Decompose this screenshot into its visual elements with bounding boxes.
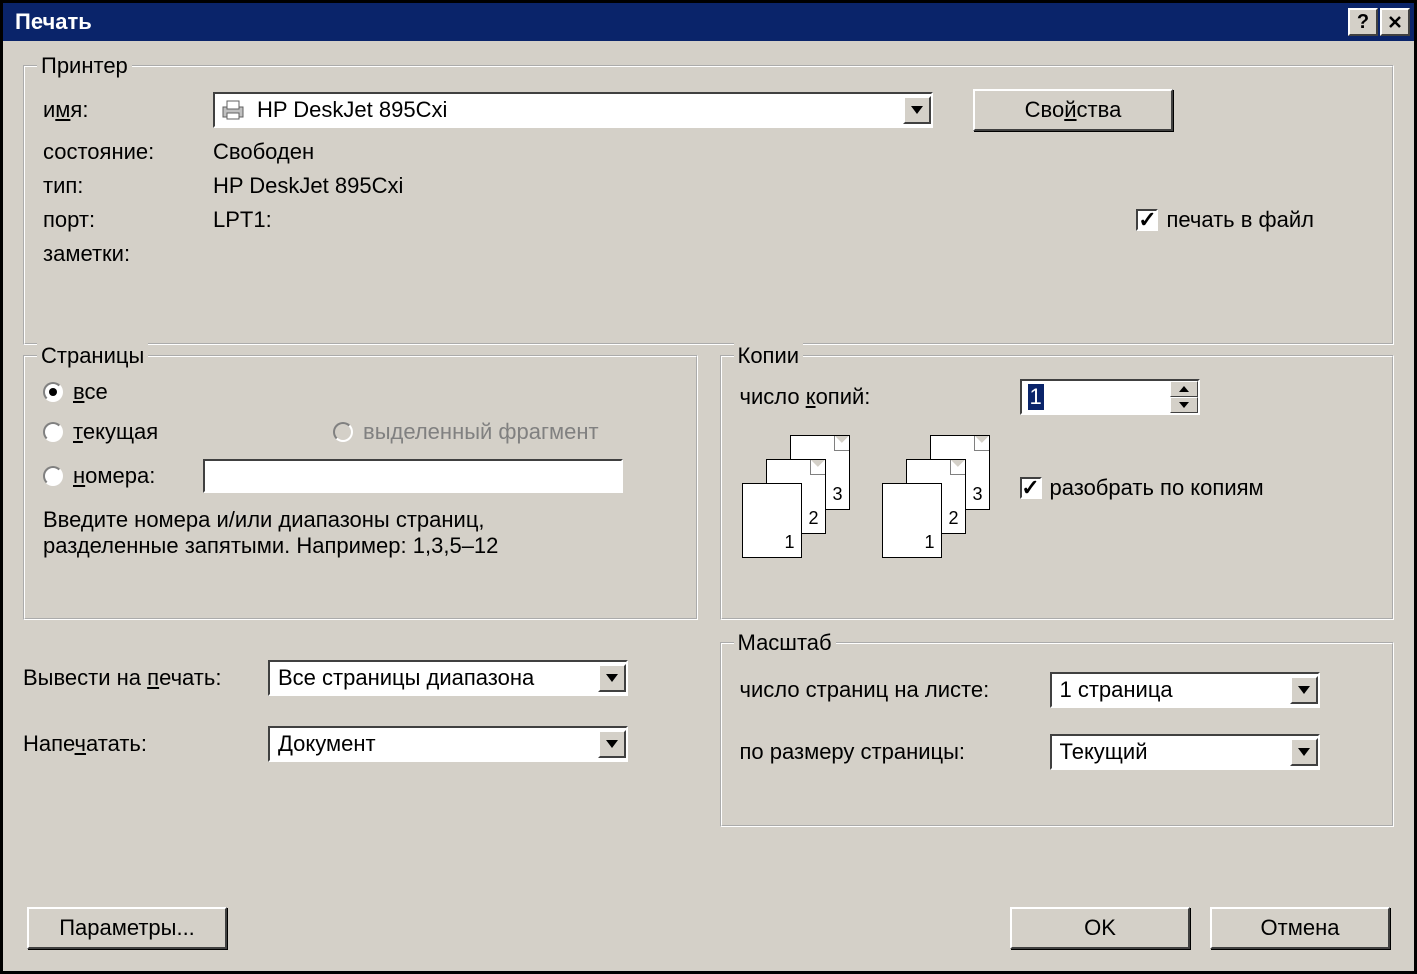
printer-legend: Принтер [37,53,132,79]
pages-group: Страницы все текущая [23,355,698,620]
type-value: HP DeskJet 895Cxi [213,173,403,199]
printer-name-dropdown[interactable]: HP DeskJet 895Cxi [213,92,933,128]
cancel-button[interactable]: Отмена [1210,907,1390,949]
chevron-down-icon[interactable] [1290,676,1318,704]
fit-to-dropdown[interactable]: Текущий [1050,734,1320,770]
help-button[interactable]: ? [1348,8,1378,36]
port-value: LPT1: [213,207,272,233]
collate-preview-2: 3 2 1 [880,435,1000,555]
status-label: состояние: [43,139,213,165]
print-to-file-checkbox[interactable]: ✓ печать в файл [1136,207,1314,233]
pages-selection-label: выделенный фрагмент [363,419,599,445]
chevron-down-icon[interactable] [903,96,931,124]
chevron-down-icon[interactable] [1290,738,1318,766]
printer-icon [219,99,247,121]
collate-preview-1: 3 2 1 [740,435,860,555]
spinner-up[interactable] [1170,381,1198,397]
scale-group: Масштаб число страниц на листе: 1 страни… [720,642,1395,827]
dialog-title: Печать [15,9,1346,35]
titlebar: Печать ? [3,3,1414,41]
pages-per-sheet-label: число страниц на листе: [740,677,1050,703]
chevron-down-icon[interactable] [598,664,626,692]
notes-label: заметки: [43,241,213,267]
pages-legend: Страницы [37,343,148,369]
pages-all-radio[interactable]: все [43,379,108,405]
pages-hint-2: разделенные запятыми. Например: 1,3,5–12 [43,533,678,559]
pages-selection-radio: выделенный фрагмент [333,419,599,445]
pages-hint-1: Введите номера и/или диапазоны страниц, [43,507,678,533]
scale-legend: Масштаб [734,630,836,656]
copies-count-spinner[interactable]: 1 [1020,379,1200,415]
collate-checkbox[interactable]: ✓ разобрать по копиям [1020,475,1264,501]
properties-button[interactable]: Свойства [973,89,1173,131]
pages-per-sheet-dropdown[interactable]: 1 страница [1050,672,1320,708]
pages-numbers-radio[interactable]: номера: [43,463,203,489]
printer-name-value: HP DeskJet 895Cxi [253,97,903,123]
fit-to-label: по размеру страницы: [740,739,1050,765]
port-label: порт: [43,207,213,233]
copies-group: Копии число копий: 1 [720,355,1395,620]
copies-count-label: число копий: [740,384,1020,410]
pages-numbers-input[interactable] [203,459,623,493]
chevron-down-icon[interactable] [598,730,626,758]
printer-name-label: имя: [43,97,213,123]
ok-button[interactable]: OK [1010,907,1190,949]
print-dialog: Печать ? Принтер имя: HP DeskJet 895Cxi [0,0,1417,974]
status-value: Свободен [213,139,314,165]
print-what-dropdown[interactable]: Документ [268,726,628,762]
close-button[interactable] [1380,8,1410,36]
print-scope-dropdown[interactable]: Все страницы диапазона [268,660,628,696]
print-what-label: Напечатать: [23,731,268,757]
print-to-file-label: печать в файл [1166,207,1314,233]
options-button[interactable]: Параметры... [27,907,227,949]
type-label: тип: [43,173,213,199]
printer-group: Принтер имя: HP DeskJet 895Cxi Свойства [23,65,1394,345]
close-icon [1388,15,1402,29]
copies-legend: Копии [734,343,804,369]
collate-label: разобрать по копиям [1050,475,1264,501]
spinner-down[interactable] [1170,397,1198,413]
print-scope-label: Вывести на печать: [23,665,268,691]
pages-current-radio[interactable]: текущая [43,419,333,445]
